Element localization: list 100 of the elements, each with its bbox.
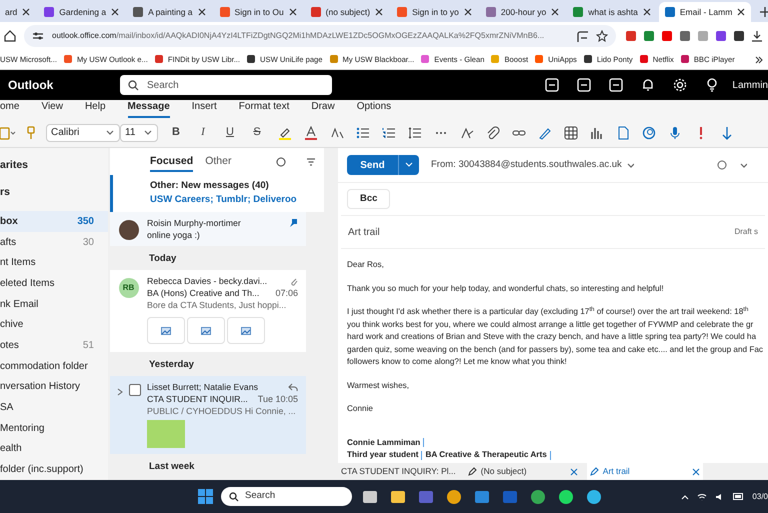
folder-item[interactable]: otes 51 — [0, 335, 108, 356]
folder-item[interactable]: eleted Items — [0, 273, 108, 294]
select-icon[interactable] — [276, 156, 286, 166]
mail-tab[interactable]: Focused — [150, 150, 194, 172]
font-color-icon[interactable] — [304, 126, 318, 140]
search-field[interactable]: Search — [120, 75, 332, 95]
new-tab-icon[interactable] — [759, 6, 768, 18]
browser-tab[interactable]: Sign in to yo — [391, 2, 478, 22]
site-settings-icon[interactable] — [32, 30, 44, 42]
wifi-icon[interactable] — [697, 492, 708, 500]
numbered-list-icon[interactable] — [382, 126, 396, 140]
ribbon-tab[interactable]: Format text — [238, 99, 290, 118]
ribbon-tab[interactable]: Draw — [311, 99, 335, 118]
image-thumbnail[interactable] — [147, 420, 185, 448]
bold-button[interactable]: B — [167, 124, 185, 141]
close-icon[interactable] — [21, 7, 32, 17]
clear-format-icon[interactable] — [330, 126, 344, 140]
message-item[interactable]: Lisset Burrett; Natalie Evans CTA STUDENT INQUIR... Tue 10:05 PUBLIC / CYHOEDDUS Hi Connie, ... — [110, 376, 306, 454]
signature-text[interactable]: Connie Lammiman — [347, 436, 420, 449]
message-item[interactable]: RB Rebecca Davies - becky.davi... BA (Hons) Creative and Th... 07:06 Bore da CTA Students, Just hoppi... — [110, 270, 306, 352]
browser-tab[interactable]: (no subject) — [304, 2, 390, 22]
other-messages-banner[interactable]: Other: New messages (40) USW Careers; Tumblr; Deliveroo — [110, 175, 324, 212]
line-spacing-icon[interactable] — [408, 126, 422, 140]
signature-text[interactable]: Third year student — [347, 449, 418, 462]
close-icon[interactable] — [110, 7, 120, 17]
sensitivity-icon[interactable] — [717, 160, 727, 170]
user-name[interactable]: Lammin — [732, 78, 768, 92]
folder-item[interactable]: afts 30 — [0, 232, 108, 252]
microphone-icon[interactable] — [668, 126, 682, 140]
signature-text[interactable]: BA Creative & Therapeutic Arts — [425, 449, 547, 462]
draft-tab[interactable]: (No subject) — [464, 463, 581, 480]
body-text[interactable]: Warmest wishes, — [347, 380, 759, 392]
checkbox[interactable] — [128, 384, 140, 396]
download-icon[interactable] — [751, 30, 763, 42]
close-icon[interactable] — [736, 7, 746, 17]
browser-tab[interactable]: A painting a — [127, 2, 212, 22]
ribbon-tab[interactable]: Insert — [192, 99, 217, 118]
down-arrow-icon[interactable] — [720, 126, 734, 140]
font-dropdown[interactable]: Calibri — [46, 124, 120, 142]
close-icon[interactable] — [462, 7, 473, 17]
bullet-list-icon[interactable] — [356, 126, 370, 140]
draft-tab[interactable]: CTA STUDENT INQUIRY: Pl... — [338, 463, 459, 480]
table-icon[interactable] — [564, 126, 578, 140]
strikethrough-button[interactable]: S — [248, 124, 266, 141]
document-icon[interactable] — [616, 126, 630, 140]
extension-icon[interactable] — [679, 30, 691, 42]
paste-icon[interactable] — [0, 126, 16, 140]
draft-tab[interactable]: Art trail — [586, 463, 703, 480]
body-text[interactable]: I just thought I'd ask whether there is a particular day (excluding 17$^{th}$ of course!) over the art trail weekend: 18$^{th}$ — [347, 306, 759, 318]
chart-icon[interactable] — [590, 126, 604, 140]
chevron-right-icon[interactable] — [116, 388, 122, 396]
body-text[interactable]: Thank you so much for your help today, and wonderful chats, so interesting and helpful! — [347, 282, 759, 295]
loop-icon[interactable] — [642, 126, 656, 140]
browser-tab[interactable]: Email - Lamm — [658, 2, 752, 22]
browser-tab[interactable]: what is ashta — [567, 2, 657, 22]
mail-tab[interactable]: Other — [205, 150, 232, 172]
chevron-down-icon[interactable] — [739, 161, 747, 169]
more-bookmarks-icon[interactable] — [754, 54, 764, 64]
message-item[interactable]: Roisin Murphy-mortimer online yoga :) — [110, 212, 306, 246]
close-icon[interactable] — [288, 7, 298, 17]
image-attachment[interactable] — [227, 317, 265, 344]
settings-icon[interactable] — [672, 77, 688, 93]
italic-button[interactable]: I — [194, 124, 212, 141]
font-size-dropdown[interactable]: 11 — [120, 124, 158, 142]
folder-item[interactable]: commodation folder — [0, 356, 108, 377]
ribbon-tab[interactable]: Help — [84, 99, 106, 118]
pin-icon[interactable] — [288, 218, 298, 228]
extension-icon[interactable] — [715, 30, 727, 42]
highlighter-icon[interactable] — [278, 126, 292, 140]
folder-item[interactable]: folder (inc.support) — [0, 459, 108, 480]
body-text[interactable]: you think works best for you, where we could almost arrange a little get together of FYWMP and celebrate the gr — [347, 318, 759, 331]
close-icon[interactable] — [196, 7, 207, 17]
folder-item[interactable]: chive — [0, 314, 108, 336]
body-text[interactable]: followers know to come along?! Let me know what you think! — [347, 356, 759, 368]
close-icon[interactable] — [642, 7, 652, 17]
image-attachment[interactable] — [187, 317, 225, 344]
body-text[interactable]: Connie — [347, 403, 759, 416]
chevron-up-icon[interactable] — [681, 494, 690, 500]
windows-start-icon[interactable] — [198, 489, 213, 504]
ribbon-tab[interactable]: Options — [356, 99, 392, 118]
address-bar[interactable]: outlook.office.com/mail/inbox/id/AAQkADI0NjA4YzI4LTFiZDgtNGQ2Mi1hMDAzLWE1ZDc5OGMxOGEzZAAQALKa%2FQ5xmrZNiVMnB6... — [24, 25, 616, 47]
close-icon[interactable] — [692, 468, 700, 476]
home-icon[interactable] — [4, 30, 16, 42]
folder-item[interactable]: nversation History — [0, 376, 108, 398]
styles-icon[interactable] — [460, 126, 474, 140]
body-text[interactable]: Dear Ros, — [347, 259, 759, 272]
ribbon-tab[interactable]: ome — [0, 99, 20, 118]
format-painter-icon[interactable] — [25, 126, 37, 140]
ribbon-tab[interactable]: View — [41, 99, 63, 118]
battery-icon[interactable] — [733, 493, 744, 500]
star-icon[interactable] — [596, 30, 608, 42]
bcc-button[interactable]: Bcc — [347, 189, 390, 209]
body-text[interactable]: hard work and creations of Brian and Steve with the crazy bench, and have a little spring tea party?! We could ha — [347, 331, 759, 344]
folder-item[interactable]: box 350 — [0, 211, 108, 232]
close-icon[interactable] — [374, 7, 384, 17]
browser-tab[interactable]: 200-hour yo — [480, 2, 566, 22]
folder-item[interactable]: Mentoring — [0, 418, 108, 439]
folder-section-title[interactable]: arites — [0, 157, 108, 184]
folder-item[interactable]: ealth — [0, 438, 108, 460]
folder-item[interactable]: SA — [0, 397, 108, 418]
